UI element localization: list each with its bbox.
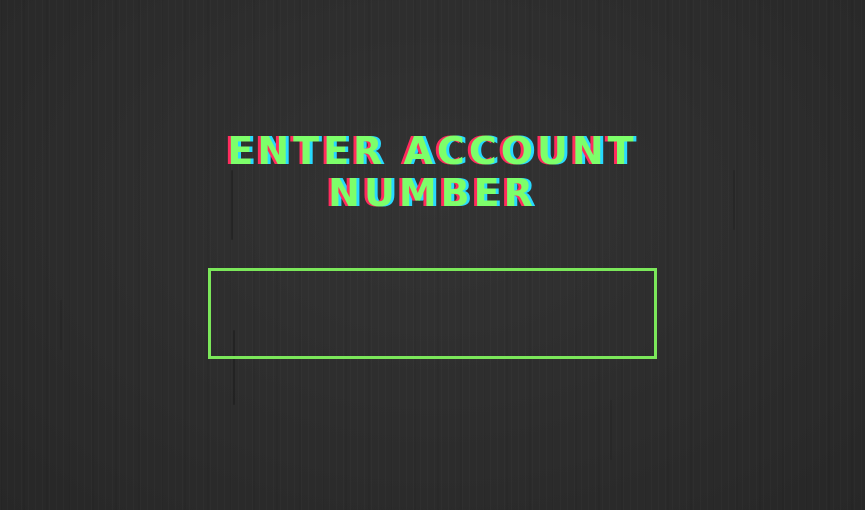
background-scratch bbox=[610, 400, 612, 460]
account-entry-screen: ENTER ACCOUNT NUMBER bbox=[0, 0, 865, 510]
prompt-line-1: ENTER ACCOUNT bbox=[227, 129, 638, 173]
account-number-input[interactable] bbox=[208, 268, 657, 359]
prompt-heading: ENTER ACCOUNT NUMBER bbox=[0, 130, 865, 214]
prompt-line-2: NUMBER bbox=[328, 171, 537, 215]
background-scratch bbox=[60, 300, 62, 350]
